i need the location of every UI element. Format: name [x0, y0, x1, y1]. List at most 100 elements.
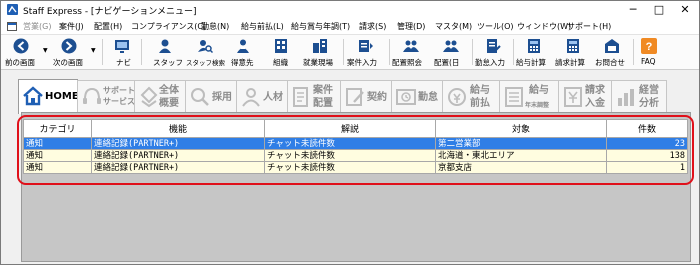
cell-count: 23	[606, 137, 688, 150]
worksite-button[interactable]: 就業現場	[299, 36, 341, 68]
contract-icon	[346, 88, 364, 106]
headset-icon	[83, 87, 101, 104]
menu-compliance[interactable]: コンプライアンス(C)	[131, 21, 206, 32]
grid-header-row: カテゴリ 機能 解説 対象 件数	[23, 119, 688, 138]
application-window: Staff Express - [ナビゲーションメニュー] ─ □ ✕ 営業(G…	[0, 0, 700, 265]
tab-job-placement[interactable]: 案件 配置	[287, 80, 341, 113]
forward-button[interactable]: 次の画面	[51, 36, 91, 68]
menu-attendance[interactable]: 勤怠(N)	[201, 21, 229, 32]
payroll-calc-label: 給与計算	[516, 58, 546, 67]
org-label: 組織	[273, 58, 288, 67]
table-row[interactable]: 通知 連絡記録(PARTNER+) チャット未読件数 北海道・東北エリア 138	[23, 149, 688, 162]
tab-payroll-yearend[interactable]: 給与 年末調整	[499, 80, 559, 113]
billing-calc-button[interactable]: 請求計算	[553, 36, 593, 68]
tab-label-personnel: 人材	[263, 92, 283, 103]
menu-window[interactable]: ウィンドウ(W)	[517, 21, 571, 32]
staff-search-button[interactable]: スタッフ検索	[185, 36, 225, 68]
tab-recruit[interactable]: 採用	[185, 80, 237, 113]
forward-dropdown-icon[interactable]: ▼	[91, 47, 96, 54]
menu-sales[interactable]: 営業(G)	[23, 21, 51, 32]
client-button[interactable]: 得意先	[225, 36, 261, 68]
tab-analytics[interactable]: 経営 分析	[611, 80, 667, 113]
column-header-description[interactable]: 解説	[264, 119, 436, 138]
personnel-icon	[242, 88, 260, 107]
menu-admin[interactable]: 管理(D)	[397, 21, 425, 32]
menu-bar: 営業(G) 案件(J) 配置(H) コンプライアンス(C) 勤怠(N) 給与前払…	[1, 19, 699, 35]
placement-day-button[interactable]: 配置(日	[432, 36, 470, 68]
tab-home[interactable]: HOME	[18, 79, 79, 114]
navigation-tabs: HOME サポート サービス 全体 概要 採用 人材 案件 配置 契約 勤怠 給…	[1, 71, 699, 114]
person-icon	[159, 39, 171, 53]
cell-target: 京都支店	[435, 161, 607, 174]
cell-description: チャット未読件数	[264, 137, 436, 150]
cell-category: 通知	[23, 137, 92, 150]
menu-master[interactable]: マスタ(M)	[435, 21, 472, 32]
staff-label: スタッフ	[153, 58, 183, 67]
cell-target: 第二営業部	[435, 137, 607, 150]
back-dropdown-icon[interactable]: ▼	[43, 47, 48, 54]
faq-icon: ?	[641, 38, 657, 54]
close-button[interactable]: ✕	[673, 1, 697, 19]
attendance-entry-label: 勤怠入力	[475, 58, 505, 67]
tab-support-service[interactable]: サポート サービス	[77, 80, 135, 113]
cell-count: 1	[606, 161, 688, 174]
placement-inquiry-label: 配置照会	[392, 58, 422, 67]
tab-label-payroll-1: 給与	[529, 85, 549, 96]
placement-inquiry-button[interactable]: 配置照会	[390, 36, 432, 68]
menu-placement[interactable]: 配置(H)	[94, 21, 122, 32]
home-icon	[23, 86, 43, 106]
payroll-calc-button[interactable]: 給与計算	[515, 36, 553, 68]
bar-chart-icon	[618, 89, 634, 106]
menu-tools[interactable]: ツール(O)	[477, 21, 514, 32]
staff-search-label: スタッフ検索	[186, 59, 225, 67]
menu-payroll[interactable]: 給与賞与年調(T)	[291, 21, 350, 32]
payroll-calc-icon	[528, 39, 540, 53]
table-row[interactable]: 通知 連絡記録(PARTNER+) チャット未読件数 京都支店 1	[23, 161, 688, 174]
menu-billing[interactable]: 請求(S)	[359, 21, 386, 32]
tab-label-support-1: サポート	[103, 86, 135, 95]
recruit-search-icon	[191, 88, 209, 106]
attendance-entry-button[interactable]: 勤怠入力	[474, 36, 512, 68]
column-header-target[interactable]: 対象	[435, 119, 607, 138]
forward-label: 次の画面	[53, 58, 83, 67]
column-header-category[interactable]: カテゴリ	[23, 119, 92, 138]
toolbar-separator	[102, 39, 103, 65]
building-icon	[313, 39, 327, 53]
cell-count: 138	[606, 149, 688, 162]
app-logo-icon	[7, 4, 18, 15]
job-placement-icon	[293, 87, 308, 107]
menu-support[interactable]: サポート(H)	[567, 21, 611, 32]
tab-label-analytics-2: 分析	[639, 98, 659, 109]
tab-contract[interactable]: 契約	[340, 80, 392, 113]
toolbar-separator	[472, 39, 473, 65]
cell-feature: 連絡記録(PARTNER+)	[91, 137, 265, 150]
system-menu-icon[interactable]	[7, 22, 17, 31]
column-header-count[interactable]: 件数	[606, 119, 688, 138]
tab-label-job-1: 案件	[313, 85, 333, 96]
tab-overview[interactable]: 全体 概要	[134, 80, 186, 113]
menu-jobs[interactable]: 案件(J)	[59, 21, 84, 32]
tab-advance-pay[interactable]: 給与 前払	[442, 80, 500, 113]
table-row[interactable]: 通知 連絡記録(PARTNER+) チャット未読件数 第二営業部 23	[23, 137, 688, 150]
tab-label-billing-2: 入金	[585, 98, 605, 109]
column-header-feature[interactable]: 機能	[91, 119, 265, 138]
tab-personnel[interactable]: 人材	[236, 80, 288, 113]
navi-button[interactable]: ナビ	[105, 36, 139, 68]
advance-pay-icon	[448, 88, 466, 106]
inquiry-button[interactable]: お問合せ	[593, 36, 631, 68]
tab-billing[interactable]: 請求 入金	[558, 80, 612, 113]
cell-feature: 連絡記録(PARTNER+)	[91, 149, 265, 162]
job-entry-button[interactable]: 案件入力	[345, 36, 387, 68]
org-button[interactable]: 組織	[263, 36, 299, 68]
faq-button[interactable]: ? FAQ	[635, 36, 663, 68]
attendance-icon	[487, 39, 501, 53]
tab-attendance[interactable]: 勤怠	[391, 80, 443, 113]
title-bar: Staff Express - [ナビゲーションメニュー] ─ □ ✕	[1, 1, 699, 19]
back-button[interactable]: 前の画面	[3, 36, 43, 68]
menu-advance-pay[interactable]: 給与前払(L)	[241, 21, 284, 32]
minimize-button[interactable]: ─	[621, 1, 645, 19]
tab-label-attendance: 勤怠	[418, 92, 438, 103]
tab-label-advance-2: 前払	[470, 98, 490, 109]
maximize-button[interactable]: □	[647, 1, 671, 19]
staff-button[interactable]: スタッフ	[145, 36, 185, 68]
